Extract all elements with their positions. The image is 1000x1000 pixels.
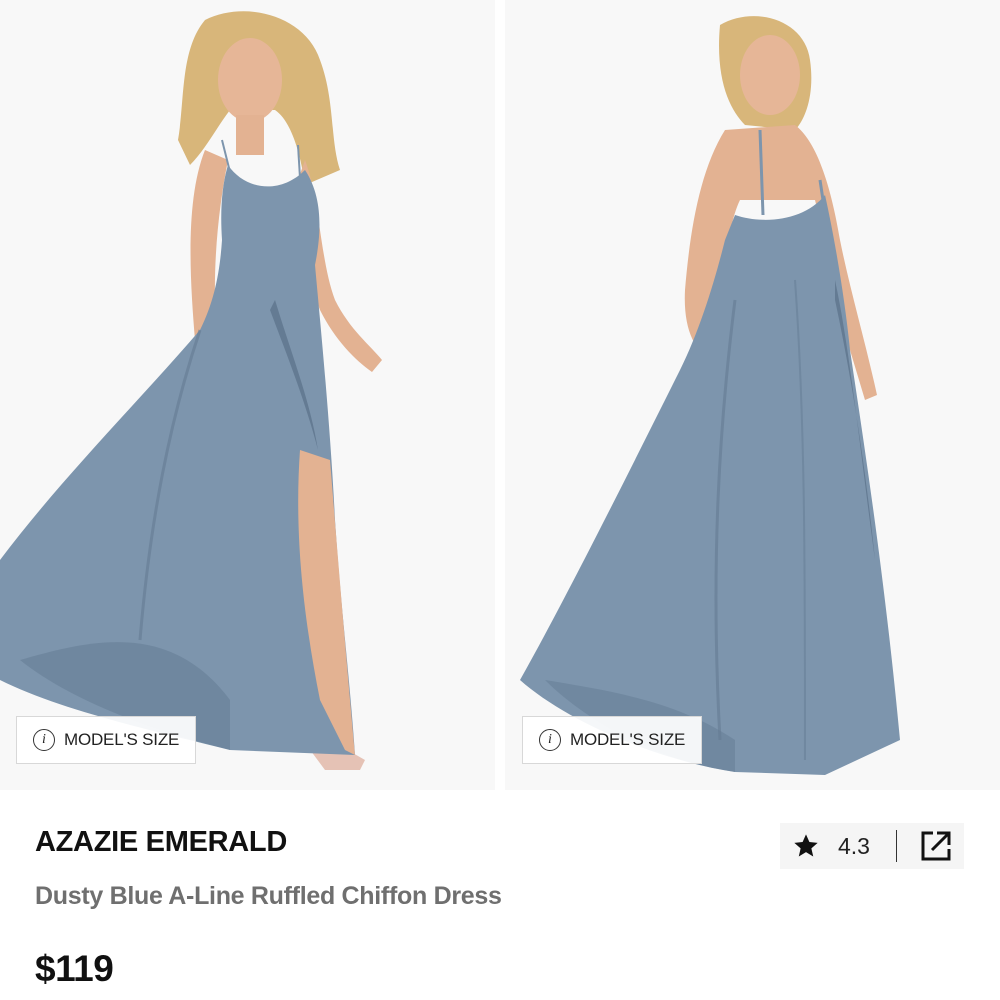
share-external-icon[interactable] — [919, 829, 953, 863]
model-front-illustration — [0, 0, 495, 790]
model-size-button-front[interactable]: i MODEL'S SIZE — [16, 716, 196, 764]
model-back-illustration — [505, 0, 1000, 790]
rating-share-bar: 4.3 — [780, 823, 964, 869]
star-icon — [792, 832, 820, 860]
info-icon: i — [539, 729, 561, 751]
product-price: $119 — [35, 948, 114, 989]
product-page: i MODEL'S SIZE i MODEL'S SIZE AZAZIE EME… — [0, 0, 1000, 1000]
product-title: Dusty Blue A-Line Ruffled Chiffon Dress — [35, 882, 502, 910]
info-icon: i — [33, 729, 55, 751]
rating-value[interactable]: 4.3 — [838, 833, 870, 860]
brand-name[interactable]: AZAZIE EMERALD — [35, 826, 287, 859]
model-size-button-back[interactable]: i MODEL'S SIZE — [522, 716, 702, 764]
product-photo-front[interactable] — [0, 0, 495, 790]
product-image-gallery[interactable]: i MODEL'S SIZE i MODEL'S SIZE — [0, 0, 1000, 790]
model-size-label: MODEL'S SIZE — [570, 730, 686, 749]
product-photo-back[interactable] — [505, 0, 1000, 790]
divider — [895, 830, 898, 862]
model-size-label: MODEL'S SIZE — [64, 730, 180, 749]
